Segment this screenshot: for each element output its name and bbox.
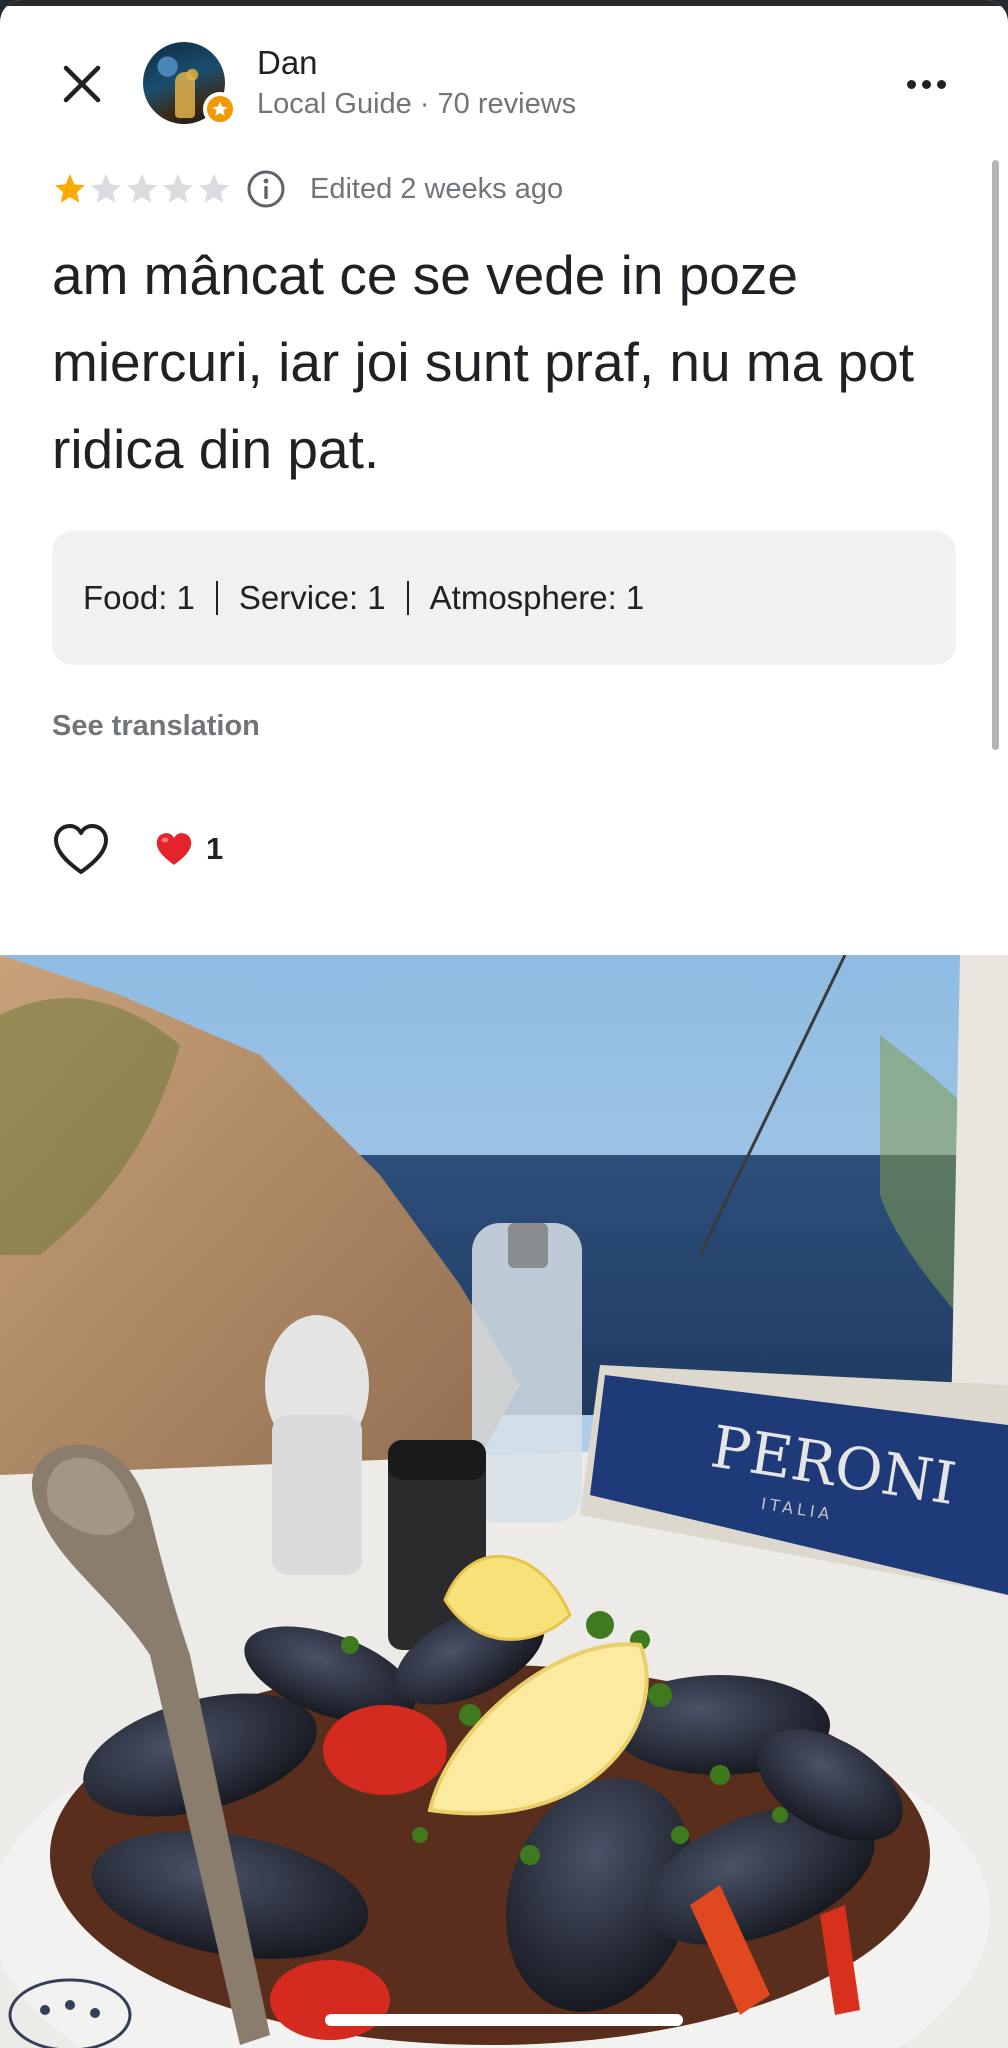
info-icon[interactable] (246, 169, 286, 209)
review-text: am mâncat ce se vede in poze miercuri, i… (52, 244, 915, 480)
food-score: Food: 1 (83, 579, 195, 616)
heart-emoji-icon (156, 833, 192, 865)
star-icon (55, 174, 85, 203)
heart-outline-icon[interactable] (52, 822, 110, 876)
more-options-button[interactable] (896, 66, 956, 102)
score-summary: Food: 1 Service: 1 Atmosphere: 1 (52, 531, 956, 665)
atmosphere-score: Atmosphere: 1 (429, 579, 645, 616)
more-icon (906, 79, 916, 89)
photo-illustration: PERONI ITALIA (0, 955, 1008, 2048)
edited-label: Edited 2 weeks ago (310, 172, 564, 205)
reaction-count[interactable]: 1 (154, 830, 223, 868)
scrollbar[interactable] (992, 160, 999, 750)
star-rating (52, 171, 232, 207)
service-score: Service: 1 (238, 579, 386, 616)
review-sheet: Dan Local Guide · 70 reviews Edited 2 we… (0, 0, 1008, 955)
reaction-count-value: 1 (206, 831, 224, 866)
top-strip (0, 0, 1008, 6)
review-photo[interactable]: PERONI ITALIA (0, 955, 1008, 2048)
user-meta[interactable]: Local Guide · 70 reviews (257, 88, 576, 121)
star-icon (127, 174, 157, 203)
star-icon (91, 174, 121, 203)
rating-row: Edited 2 weeks ago (52, 168, 563, 210)
user-name[interactable]: Dan (257, 44, 318, 82)
avatar-figure (175, 72, 195, 118)
see-translation-link[interactable]: See translation (52, 710, 260, 743)
close-icon (63, 65, 101, 103)
divider (406, 581, 409, 615)
local-guide-badge-icon (203, 92, 237, 126)
star-icon (163, 174, 193, 203)
home-indicator[interactable] (325, 2014, 683, 2026)
star-icon (199, 174, 229, 203)
close-button[interactable] (52, 54, 112, 114)
divider (215, 581, 218, 615)
